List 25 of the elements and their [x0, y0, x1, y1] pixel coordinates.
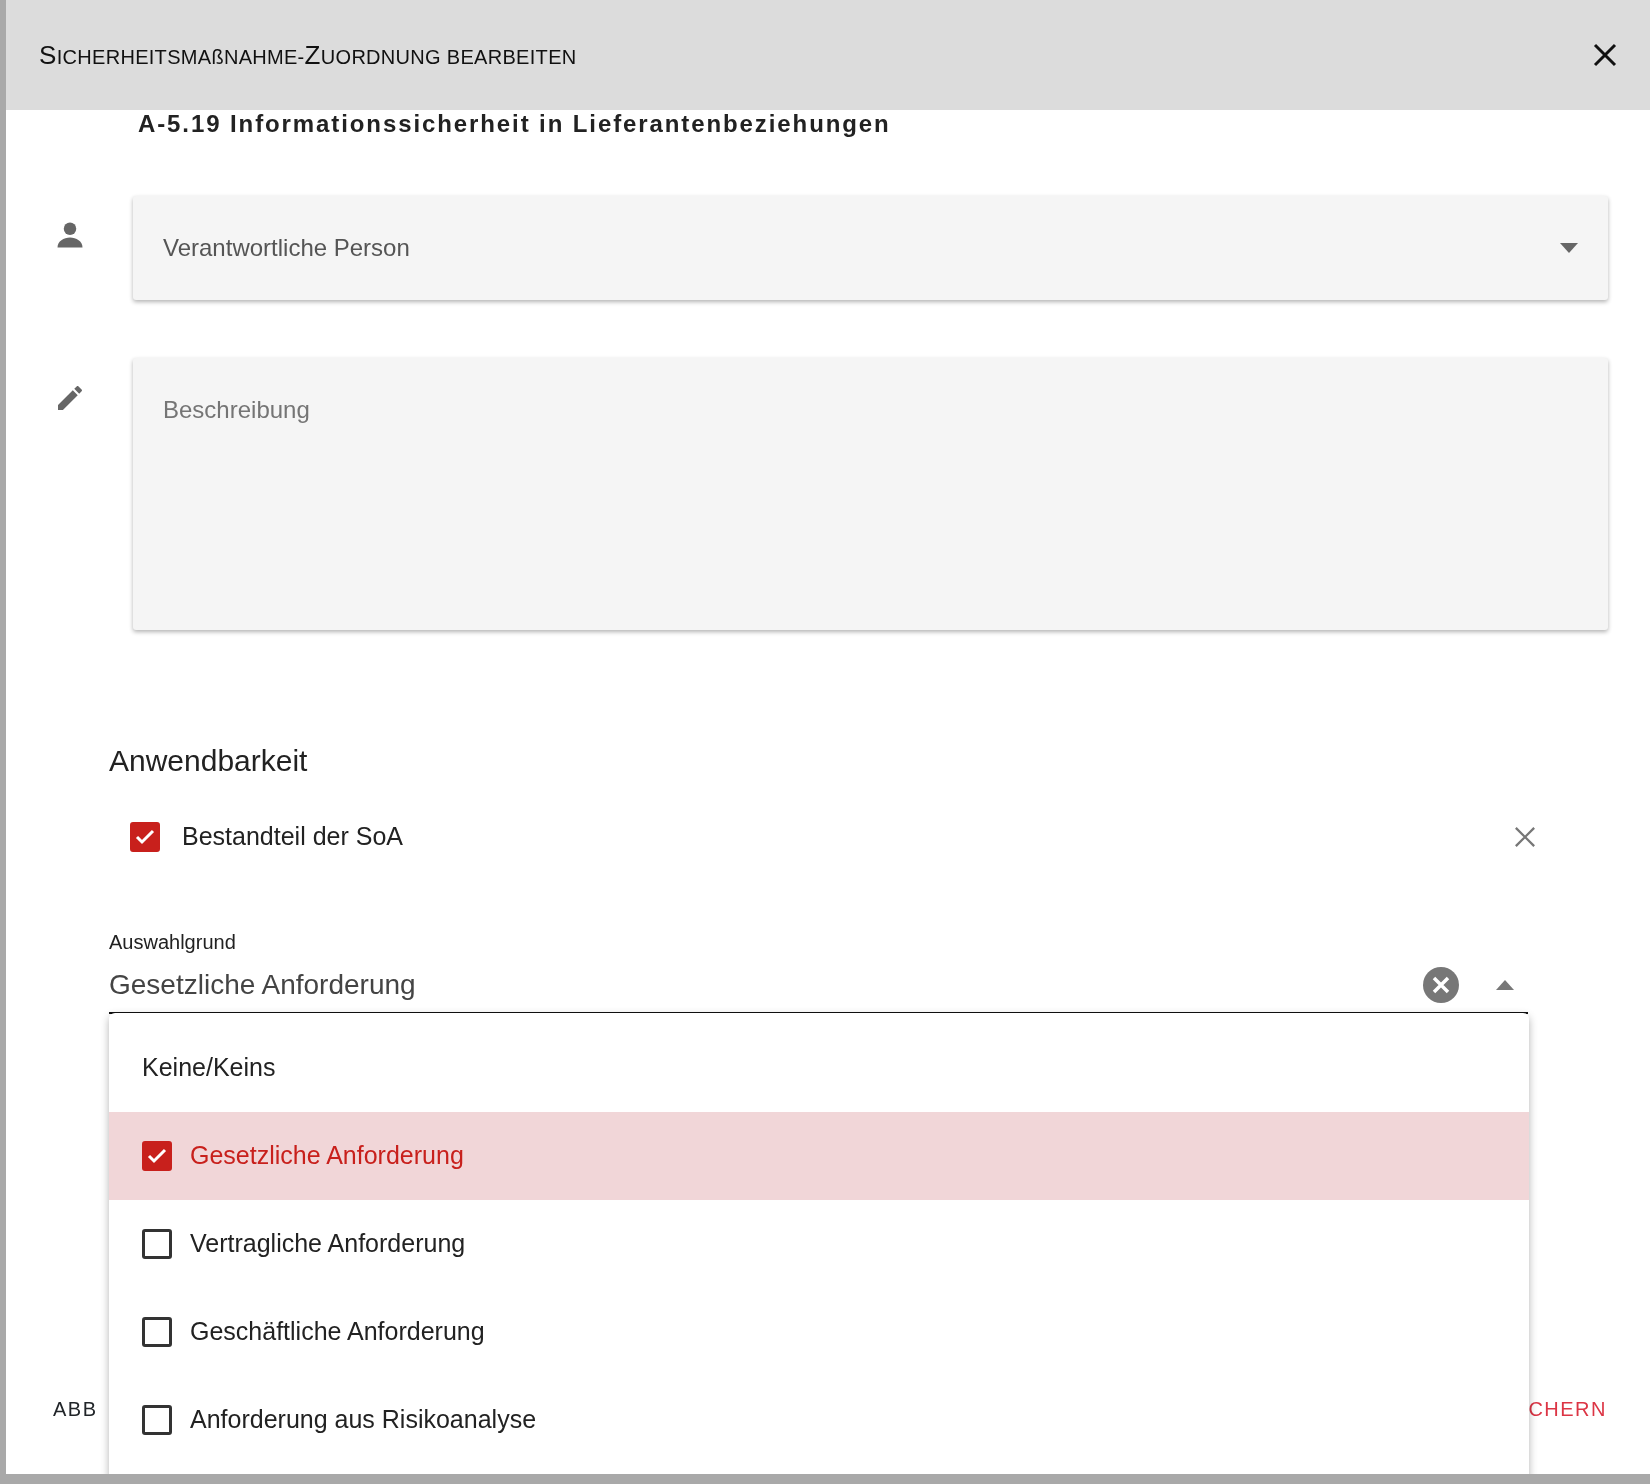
check-icon: [147, 1148, 167, 1164]
close-icon: [1593, 43, 1617, 67]
clear-button[interactable]: [1514, 826, 1536, 848]
save-button[interactable]: CHERN: [1528, 1394, 1607, 1424]
close-button[interactable]: [1593, 43, 1617, 67]
dialog-title: SICHERHEITSMAßNAHME-ZUORDNUNG BEARBEITEN: [39, 38, 577, 72]
cancel-button[interactable]: ABB: [53, 1394, 98, 1424]
menu-option[interactable]: Anforderung aus Risikoanalyse: [109, 1376, 1529, 1464]
dropdown-caret-icon[interactable]: [1496, 979, 1514, 990]
close-icon: [1514, 826, 1536, 848]
person-select[interactable]: Verantwortliche Person: [133, 196, 1608, 300]
field-label: Auswahlgrund: [109, 930, 237, 955]
menu-option[interactable]: Geschäftliche Anforderung: [109, 1288, 1529, 1376]
checkbox-label: Bestandteil der SoA: [182, 821, 403, 853]
measure-title: A-5.19 Informationssicherheit in Lieferantenbeziehungen: [137, 110, 892, 138]
description-field[interactable]: Beschreibung: [133, 358, 1608, 630]
section-heading: Anwendbarkeit: [108, 743, 309, 779]
clear-icon[interactable]: [1422, 965, 1460, 1004]
checkbox[interactable]: [130, 822, 160, 852]
person-icon: [54, 220, 85, 250]
dropdown-caret-icon: [1560, 243, 1578, 253]
menu-option[interactable]: Gesetzliche Anforderung: [109, 1112, 1529, 1200]
menu-option[interactable]: Vertragliche Anforderung: [109, 1200, 1529, 1288]
menu-option[interactable]: Keine/Keins: [109, 1024, 1529, 1112]
check-icon: [135, 829, 155, 845]
